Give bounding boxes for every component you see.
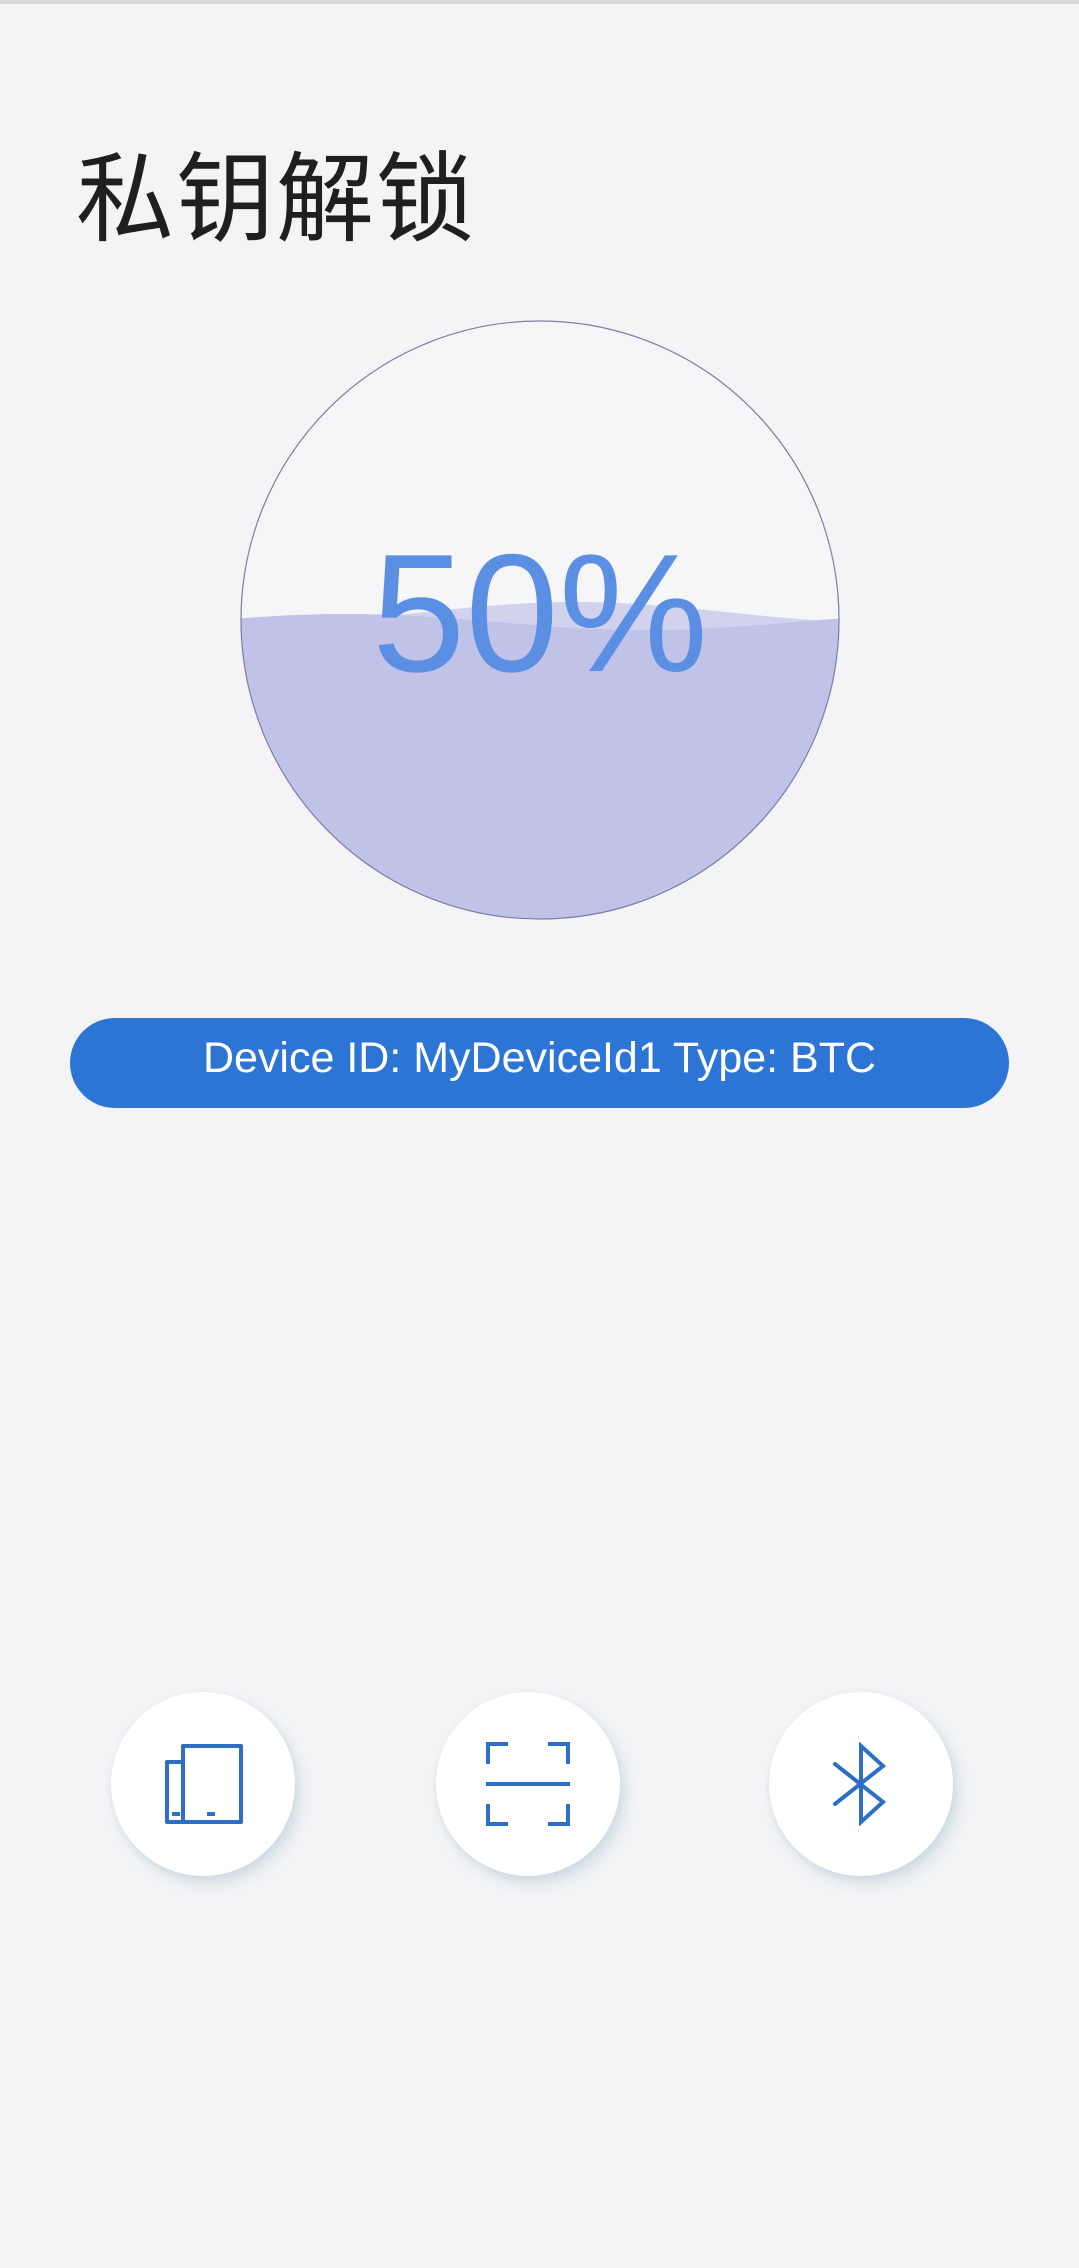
bluetooth-icon [833, 1741, 887, 1827]
device-info-bar[interactable]: Device ID: MyDeviceId1 Type: BTC [70, 1018, 1009, 1108]
top-divider [0, 0, 1079, 4]
page-title: 私钥解锁 [76, 143, 477, 257]
scan-button[interactable] [436, 1692, 620, 1876]
bluetooth-button[interactable] [769, 1692, 953, 1876]
devices-button[interactable] [111, 1692, 295, 1876]
progress-percent-label: 50% [371, 518, 709, 707]
unlock-progress-indicator: 50% [240, 320, 840, 920]
scan-icon [486, 1742, 570, 1826]
devices-icon [165, 1744, 243, 1824]
